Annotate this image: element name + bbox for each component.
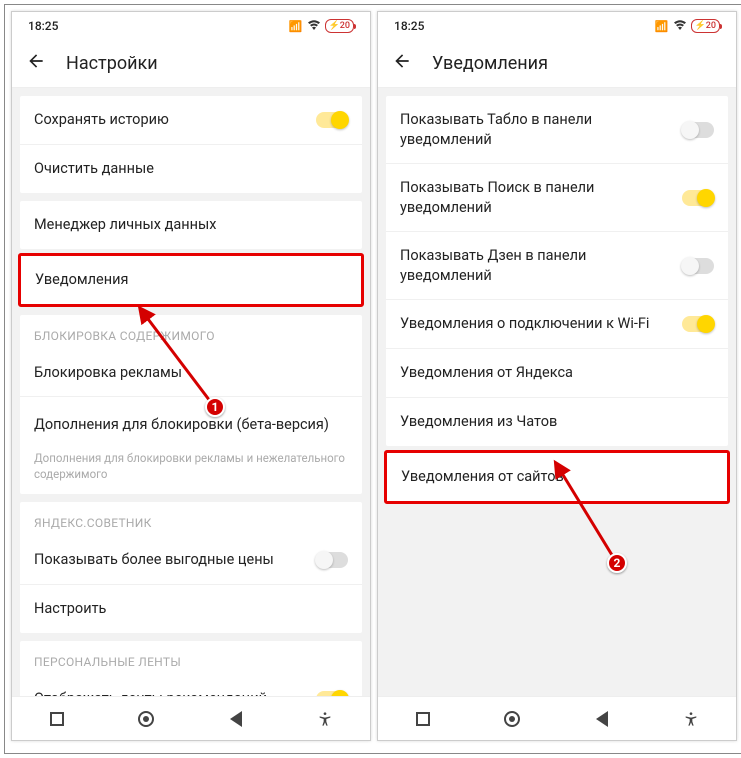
item-zen-panel[interactable]: Показывать Дзен в панели уведомлений bbox=[386, 232, 728, 300]
status-icons: 📶 ⚡20 bbox=[289, 19, 354, 33]
phone-left: 18:25 📶 ⚡20 Настройки Сохранять историю bbox=[11, 11, 371, 741]
status-icons: 📶 ⚡20 bbox=[655, 19, 720, 33]
android-navbar bbox=[378, 696, 736, 740]
toggle-zen[interactable] bbox=[682, 258, 714, 274]
annotation-marker-1: 1 bbox=[205, 397, 225, 417]
item-personal-data-manager[interactable]: Менеджер личных данных bbox=[20, 201, 362, 249]
toggle-wifi[interactable] bbox=[682, 316, 714, 332]
item-show-prices[interactable]: Показывать более выгодные цены bbox=[20, 536, 362, 585]
nav-home[interactable] bbox=[503, 710, 521, 728]
page-title: Настройки bbox=[66, 53, 158, 74]
status-bar: 18:25 📶 ⚡20 bbox=[378, 12, 736, 40]
section-advisor: ЯНДЕКС.СОВЕТНИК bbox=[20, 502, 362, 536]
item-wifi-notify[interactable]: Уведомления о подключении к Wi-Fi bbox=[386, 300, 728, 349]
status-bar: 18:25 📶 ⚡20 bbox=[12, 12, 370, 40]
toggle-show-feeds[interactable] bbox=[316, 691, 348, 696]
nav-home[interactable] bbox=[137, 710, 155, 728]
item-save-history[interactable]: Сохранять историю bbox=[20, 96, 362, 145]
header: Уведомления bbox=[378, 40, 736, 88]
nav-back[interactable] bbox=[593, 710, 611, 728]
item-site-notifications[interactable]: Уведомления от сайтов bbox=[387, 453, 727, 501]
nav-back[interactable] bbox=[227, 710, 245, 728]
page-title: Уведомления bbox=[432, 53, 548, 74]
toggle-save-history[interactable] bbox=[316, 112, 348, 128]
highlight-site-notifications: Уведомления от сайтов bbox=[384, 450, 730, 504]
wifi-icon bbox=[673, 19, 687, 33]
wifi-icon bbox=[307, 19, 321, 33]
item-tablo-panel[interactable]: Показывать Табло в панели уведомлений bbox=[386, 96, 728, 164]
item-clear-data[interactable]: Очистить данные bbox=[20, 145, 362, 193]
item-configure-advisor[interactable]: Настроить bbox=[20, 585, 362, 633]
nav-accessibility-icon[interactable] bbox=[682, 710, 700, 728]
nav-recents[interactable] bbox=[48, 710, 66, 728]
helper-blocking-addons: Дополнения для блокировки рекламы и неже… bbox=[20, 445, 362, 494]
android-navbar bbox=[12, 696, 370, 740]
nav-recents[interactable] bbox=[414, 710, 432, 728]
header: Настройки bbox=[12, 40, 370, 88]
toggle-show-prices[interactable] bbox=[316, 552, 348, 568]
toggle-search[interactable] bbox=[682, 190, 714, 206]
clock: 18:25 bbox=[28, 19, 58, 33]
nav-accessibility-icon[interactable] bbox=[316, 710, 334, 728]
item-chats-notify[interactable]: Уведомления из Чатов bbox=[386, 398, 728, 446]
section-personal-feeds: ПЕРСОНАЛЬНЫЕ ЛЕНТЫ bbox=[20, 641, 362, 675]
highlight-notifications: Уведомления bbox=[18, 253, 364, 307]
clock: 18:25 bbox=[394, 19, 424, 33]
item-ad-block[interactable]: Блокировка рекламы bbox=[20, 349, 362, 398]
back-icon[interactable] bbox=[26, 51, 46, 76]
annotation-marker-2: 2 bbox=[607, 553, 627, 573]
section-content-blocking: БЛОКИРОВКА СОДЕРЖИМОГО bbox=[20, 315, 362, 349]
item-notifications[interactable]: Уведомления bbox=[21, 256, 361, 304]
battery-icon: ⚡20 bbox=[325, 19, 354, 33]
item-blocking-addons[interactable]: Дополнения для блокировки (бета-версия) bbox=[20, 397, 362, 445]
battery-icon: ⚡20 bbox=[691, 19, 720, 33]
item-search-panel[interactable]: Показывать Поиск в панели уведомлений bbox=[386, 164, 728, 232]
item-show-feeds[interactable]: Отображать ленты рекомендаций bbox=[20, 675, 362, 696]
toggle-tablo[interactable] bbox=[682, 122, 714, 138]
back-icon[interactable] bbox=[392, 51, 412, 76]
signal-icon: 📶 bbox=[289, 20, 303, 33]
notifications-scroll[interactable]: Показывать Табло в панели уведомлений По… bbox=[378, 88, 736, 696]
phone-right: 18:25 📶 ⚡20 Уведомления Показывать Табло… bbox=[377, 11, 737, 741]
signal-icon: 📶 bbox=[655, 20, 669, 33]
settings-scroll[interactable]: Сохранять историю Очистить данные Менедж… bbox=[12, 88, 370, 696]
item-yandex-notify[interactable]: Уведомления от Яндекса bbox=[386, 349, 728, 398]
